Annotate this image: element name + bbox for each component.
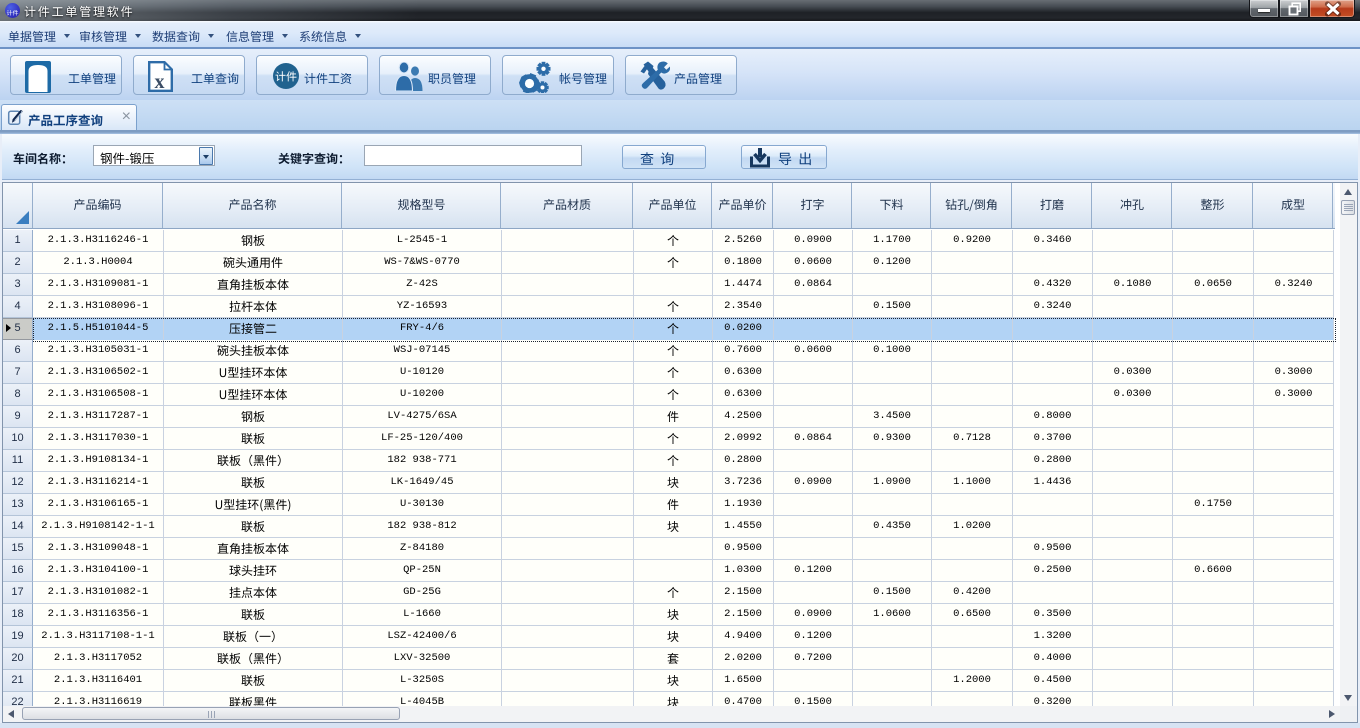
svg-text:x: x <box>155 71 165 92</box>
svg-text:计件: 计件 <box>275 69 297 85</box>
